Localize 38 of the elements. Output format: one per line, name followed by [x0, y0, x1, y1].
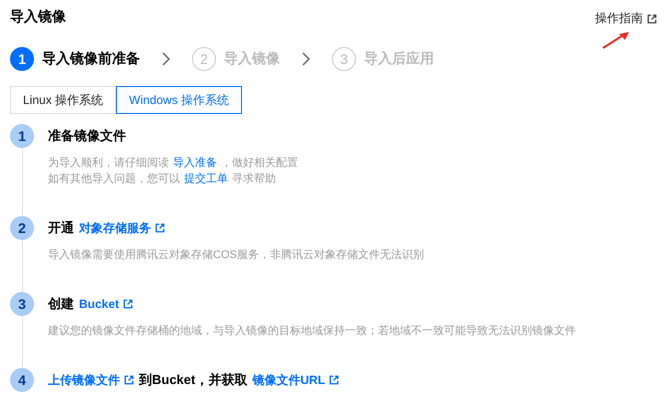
step-label: 导入后应用 [364, 50, 434, 68]
os-tab[interactable]: Linux 操作系统 [10, 86, 116, 114]
link[interactable]: 镜像文件URL [252, 372, 340, 388]
external-link-icon [124, 375, 134, 385]
description-text: 建议您的镜像文件存储桶的地域，与导入镜像的目标地域保持一致；若地域不一致可能导致无法识别镜像文件 [48, 324, 576, 338]
os-tab[interactable]: Windows 操作系统 [116, 86, 242, 114]
step-number: 2 [192, 47, 216, 71]
step-title: 到Bucket，并获取 [139, 371, 248, 389]
annotation-arrow [601, 30, 631, 50]
step-title: 创建 [48, 295, 74, 313]
step-label: 导入镜像前准备 [42, 50, 140, 68]
step-number: 1 [10, 47, 34, 71]
step-number: 3 [10, 292, 34, 316]
external-link-icon [155, 223, 165, 233]
step-number: 2 [10, 216, 34, 240]
link[interactable]: 导入准备 [173, 154, 217, 170]
description-text: 寻求帮助 [232, 172, 276, 186]
link[interactable]: 提交工单 [184, 170, 228, 186]
step-number: 3 [332, 47, 356, 71]
external-link-icon [123, 299, 134, 309]
step-number: 4 [10, 368, 34, 392]
description-text: ，做好相关配置 [221, 156, 298, 170]
step-title: 开通 [48, 219, 74, 237]
link[interactable]: Bucket [79, 297, 134, 311]
guide-link[interactable]: 操作指南 [595, 10, 657, 27]
chevron-icon [162, 52, 170, 66]
step-title: 准备镜像文件 [48, 127, 126, 145]
external-link-icon [329, 375, 340, 385]
step-label: 导入镜像 [224, 50, 280, 68]
description-text: 导入镜像需要使用腾讯云对象存储COS服务，非腾讯云对象存储文件无法识别 [48, 248, 424, 262]
page-title: 导入镜像 [10, 7, 66, 26]
description-text: 如有其他导入问题，您可以 [48, 172, 180, 186]
link[interactable]: 上传镜像文件 [48, 372, 134, 388]
link[interactable]: 对象存储服务 [79, 220, 165, 236]
description-text: 为导入顺利，请仔细阅读 [48, 156, 169, 170]
chevron-icon [302, 52, 310, 66]
external-link-icon [647, 14, 657, 24]
step-number: 1 [10, 124, 34, 148]
